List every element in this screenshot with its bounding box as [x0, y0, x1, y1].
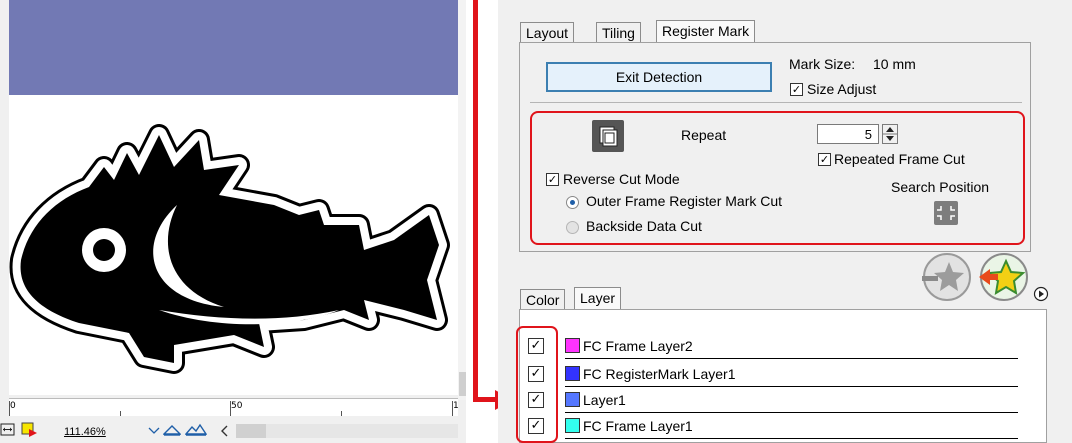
- repeated-frame-cut-checkbox[interactable]: ✓: [818, 153, 831, 166]
- exit-detection-button[interactable]: Exit Detection: [546, 62, 772, 92]
- canvas-header-band: [9, 0, 458, 95]
- section-divider: [530, 102, 1022, 103]
- reverse-cut-mode-checkbox[interactable]: ✓: [546, 173, 559, 186]
- layer-color-swatch: [565, 366, 580, 381]
- search-position-icon[interactable]: [934, 201, 958, 225]
- layer-divider: [565, 358, 1018, 359]
- tab-color-label: Color: [526, 292, 560, 308]
- expand-arrow-icon[interactable]: [1033, 286, 1049, 302]
- drawing-area[interactable]: [9, 95, 458, 395]
- tab-layout[interactable]: Layout: [520, 22, 575, 42]
- tab-register-mark[interactable]: Register Mark: [656, 20, 756, 42]
- exit-detection-label: Exit Detection: [615, 69, 703, 85]
- tab-tiling-label: Tiling: [602, 25, 635, 41]
- search-position-label: Search Position: [891, 179, 990, 195]
- layer-name: FC Frame Layer1: [583, 418, 693, 434]
- ruler-label-100: 1: [453, 401, 459, 411]
- ruler-tick: [452, 401, 453, 417]
- layer-row[interactable]: ✓ FC Frame Layer2: [520, 334, 1018, 359]
- reverse-cut-mode-label: Reverse Cut Mode: [563, 171, 680, 187]
- view-icon[interactable]: [163, 423, 181, 437]
- star-add-icon[interactable]: [974, 252, 1034, 302]
- layer-divider: [565, 386, 1018, 387]
- backside-data-label: Backside Data Cut: [586, 218, 702, 234]
- layer-divider: [565, 438, 1018, 439]
- layer-name: FC Frame Layer2: [583, 338, 693, 354]
- canvas-panel: 0 50 1 111.46%: [0, 0, 466, 443]
- layer-divider: [565, 412, 1018, 413]
- layer-row[interactable]: ✓ FC RegisterMark Layer1: [520, 362, 1018, 387]
- scroll-left-icon[interactable]: [220, 425, 230, 437]
- mark-size-value: 10 mm: [873, 56, 916, 72]
- tab-layer-label: Layer: [580, 290, 616, 306]
- layer-checkbox-highlight: [516, 326, 558, 443]
- ruler-label-0: 0: [10, 401, 16, 411]
- fish-artwork[interactable]: [9, 95, 458, 395]
- tab-color[interactable]: Color: [520, 289, 566, 309]
- fit-width-icon[interactable]: [0, 423, 16, 437]
- layer-color-swatch: [565, 392, 580, 407]
- outer-frame-label: Outer Frame Register Mark Cut: [586, 193, 783, 209]
- ruler-label-50: 50: [231, 401, 243, 411]
- canvas-right-gutter: [458, 0, 466, 400]
- layer-color-swatch: [565, 418, 580, 433]
- ruler-tick: [9, 401, 10, 417]
- layer-color-swatch: [565, 338, 580, 353]
- tab-layer[interactable]: Layer: [574, 287, 622, 309]
- horizontal-ruler: 0 50 1: [9, 398, 459, 417]
- backside-data-radio[interactable]: [566, 221, 579, 234]
- repeat-layout-icon[interactable]: [592, 120, 624, 152]
- horizontal-scrollbar-thumb[interactable]: [236, 424, 266, 438]
- repeat-label: Repeat: [681, 127, 727, 143]
- outer-frame-radio[interactable]: [566, 196, 579, 209]
- tab-register-mark-label: Register Mark: [662, 23, 750, 39]
- horizontal-scrollbar-track[interactable]: [236, 424, 458, 438]
- layer-name: FC RegisterMark Layer1: [583, 366, 736, 382]
- view-alt-icon[interactable]: [185, 423, 207, 437]
- size-adjust-checkbox[interactable]: ✓: [790, 83, 803, 96]
- repeat-spinner-icon[interactable]: [882, 124, 898, 144]
- dropdown-icon[interactable]: [148, 426, 160, 436]
- repeat-count-input[interactable]: 5: [817, 124, 879, 144]
- tab-layout-label: Layout: [526, 25, 569, 41]
- ruler-tick: [230, 401, 231, 417]
- layer-name: Layer1: [583, 392, 626, 408]
- star-disabled-icon[interactable]: [917, 252, 977, 302]
- size-adjust-label: Size Adjust: [807, 81, 877, 97]
- vertical-scrollbar-thumb[interactable]: [459, 372, 466, 396]
- mark-size-label: Mark Size:: [789, 56, 856, 72]
- layer-row[interactable]: ✓ FC Frame Layer1: [520, 414, 1018, 439]
- tab-tiling[interactable]: Tiling: [596, 22, 641, 42]
- repeated-frame-cut-label: Repeated Frame Cut: [834, 151, 965, 167]
- repeat-count-value: 5: [864, 127, 872, 142]
- color-icon[interactable]: [20, 422, 40, 438]
- layer-row[interactable]: ✓ Layer1: [520, 388, 1018, 413]
- highlight-arrow-line: [473, 0, 478, 402]
- zoom-level[interactable]: 111.46%: [64, 426, 106, 438]
